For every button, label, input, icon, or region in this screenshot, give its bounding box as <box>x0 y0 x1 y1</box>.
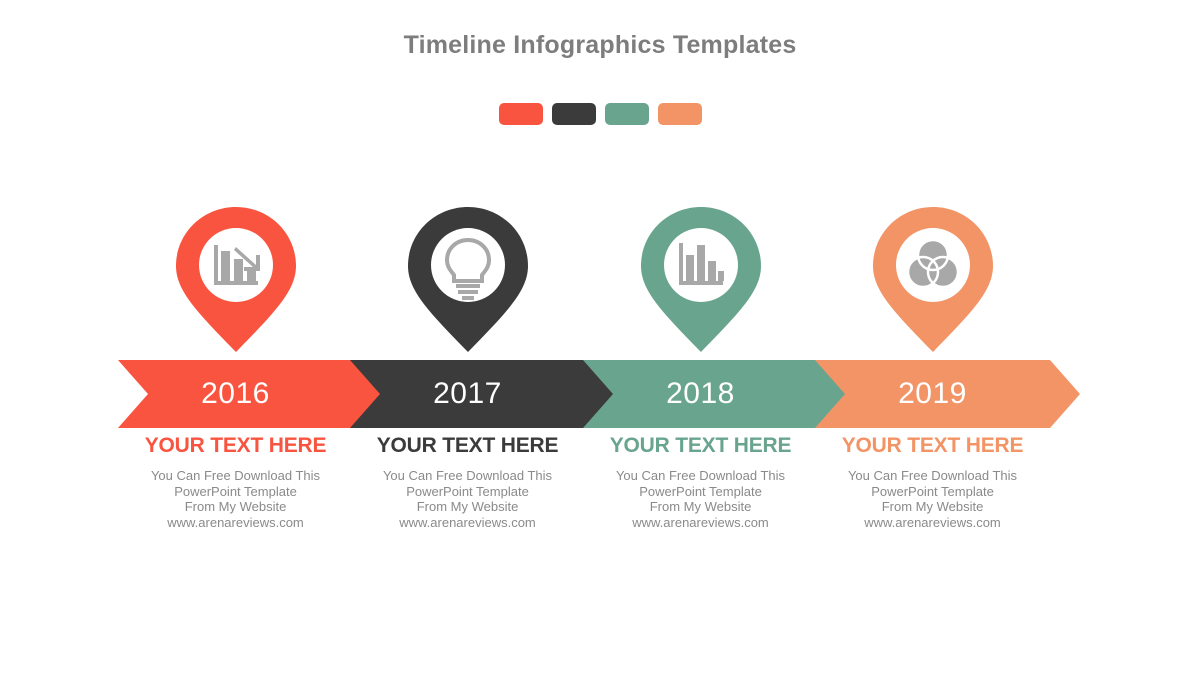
caption-website-line: www.arenareviews.com <box>864 514 1001 530</box>
caption-website-line: www.arenareviews.com <box>399 514 536 530</box>
caption-body: You Can Free Download This PowerPoint Te… <box>118 468 353 530</box>
caption-line: You Can Free Download This <box>150 468 321 483</box>
caption-line: You Can Free Download This <box>615 468 786 483</box>
year-label: 2018 <box>666 377 735 410</box>
timeline-group: 2016 YOUR TEXT HERE You Can Free Downloa… <box>0 0 1200 675</box>
caption-heading: YOUR TEXT HERE <box>841 434 1024 457</box>
caption-heading: YOUR TEXT HERE <box>144 434 327 457</box>
caption-line: You Can Free Download This <box>847 468 1018 483</box>
caption-website-line: www.arenareviews.com <box>632 514 769 530</box>
caption-line: From My Website <box>416 499 519 514</box>
caption-body: You Can Free Download This PowerPoint Te… <box>815 468 1050 530</box>
infographic-slide: Timeline Infographics Templates 2016 YOU… <box>0 0 1200 675</box>
map-pin-marker[interactable] <box>640 207 761 352</box>
caption-heading: YOUR TEXT HERE <box>609 434 792 457</box>
caption-website-line: www.arenareviews.com <box>167 514 304 530</box>
timeline-column: 2016 YOUR TEXT HERE You Can Free Downloa… <box>118 0 383 675</box>
pin-shape <box>407 207 528 352</box>
caption-line: You Can Free Download This <box>382 468 553 483</box>
caption-line: From My Website <box>649 499 752 514</box>
caption-heading: YOUR TEXT HERE <box>376 434 559 457</box>
caption-line: PowerPoint Template <box>174 483 297 499</box>
map-pin-marker[interactable] <box>872 207 993 352</box>
year-label: 2016 <box>201 377 270 410</box>
map-pin-marker[interactable] <box>407 207 528 352</box>
timeline-column: 2019 YOUR TEXT HERE You Can Free Downloa… <box>815 0 1080 675</box>
year-label: 2019 <box>898 377 967 410</box>
pin-shape <box>175 207 296 352</box>
caption-line: From My Website <box>881 499 984 514</box>
caption-line: From My Website <box>184 499 287 514</box>
pin-shape <box>640 207 761 352</box>
timeline-column: 2017 YOUR TEXT HERE You Can Free Downloa… <box>350 0 615 675</box>
caption-body: You Can Free Download This PowerPoint Te… <box>583 468 818 530</box>
caption-line: PowerPoint Template <box>406 483 529 499</box>
caption-body: You Can Free Download This PowerPoint Te… <box>350 468 585 530</box>
map-pin-marker[interactable] <box>175 207 296 352</box>
caption-line: PowerPoint Template <box>639 483 762 499</box>
year-label: 2017 <box>433 377 502 410</box>
caption-line: PowerPoint Template <box>871 483 994 499</box>
timeline-column: 2018 YOUR TEXT HERE You Can Free Downloa… <box>583 0 848 675</box>
pin-shape <box>872 207 993 352</box>
